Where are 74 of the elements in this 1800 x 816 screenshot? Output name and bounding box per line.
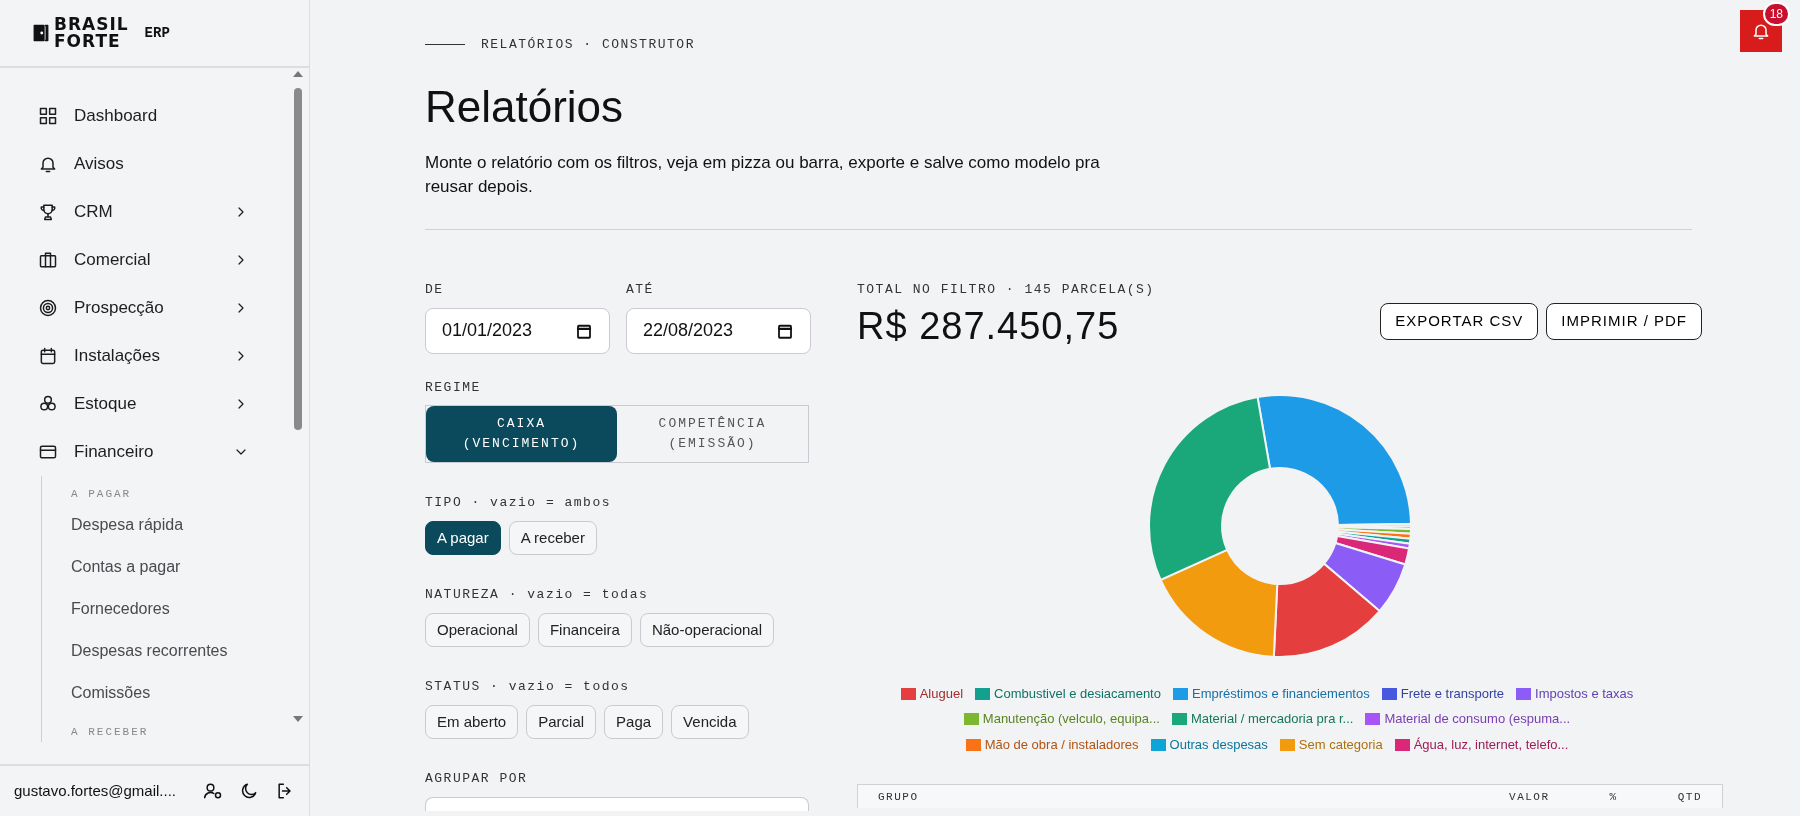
submenu-item[interactable]: Despesas recorrentes [71, 639, 228, 663]
filter-chip[interactable]: Paga [604, 704, 664, 740]
column-header: VALOR [1509, 790, 1550, 806]
column-header: % [1609, 790, 1618, 806]
trophy-icon [38, 202, 58, 222]
field-label: TIPO · vazio = ambos [425, 494, 613, 513]
legend-item: Impostos e taxas [1516, 683, 1634, 704]
field-label: DE [425, 281, 445, 300]
filter-chip[interactable]: Operacional [425, 612, 530, 648]
legend-item: Material / mercadoria pra r... [1171, 709, 1354, 729]
date-field[interactable]: 01/01/2023 [425, 307, 610, 354]
submenu-item[interactable]: Comissões [71, 681, 151, 705]
logo-text: FORTE [54, 33, 122, 50]
date-field[interactable]: 22/08/2023 [626, 307, 811, 354]
field-label: ATÉ [626, 281, 655, 300]
nav-item[interactable]: Estoque [0, 380, 291, 428]
nav-item[interactable]: Prospecção [0, 284, 291, 332]
breadcrumb: RELATÓRIOS · CONSTRUTOR [481, 36, 695, 54]
nav-item[interactable]: Avisos [0, 140, 291, 188]
legend-item: Aluguel [900, 683, 964, 704]
filter-chip[interactable]: Não-operacional [639, 612, 774, 648]
nav-item[interactable]: Instalações [0, 332, 291, 380]
total-label: TOTAL NO FILTRO · 145 PARCELA(S) [857, 281, 1155, 300]
briefcase-icon [38, 250, 58, 270]
legend-item: Empréstimos e financiementos [1172, 683, 1370, 704]
legend-item: Combustivel e desiacamento [975, 683, 1161, 704]
calendar-icon [38, 346, 58, 366]
boxes-icon [38, 394, 58, 414]
total-value: R$ 287.450,75 [857, 303, 1121, 348]
legend-item: Mão de obra / instaladores [965, 734, 1139, 755]
select-field[interactable] [425, 796, 809, 811]
legend-item: Sem categoria [1279, 734, 1383, 755]
grid-icon [38, 106, 58, 126]
page-description: Monte o relatório com os filtros, veja em pizza ou barra, exporte e salve como modelo pra reusar depois. [425, 152, 1101, 199]
column-header: GRUPO [878, 790, 920, 806]
user-email: gustavo.fortes@gmail.... [14, 780, 177, 801]
segment-option[interactable]: CAIXA (VENCIMENTO) [426, 406, 617, 463]
target-icon [38, 298, 58, 318]
export-button[interactable]: EXPORTAR CSV [1380, 303, 1539, 340]
segment-option[interactable]: COMPETÊNCIA (EMISSÃO) [617, 406, 808, 463]
nav-item[interactable]: Comercial [0, 236, 291, 284]
logo-suffix: ERP [144, 23, 170, 43]
column-header: QTD [1677, 790, 1702, 806]
filter-chip[interactable]: Em aberto [425, 704, 519, 740]
section-heading: A PAGAR [71, 487, 133, 502]
legend-item: Manutenção (velculo, equipa... [963, 709, 1160, 729]
logo-text: BRASIL [54, 16, 129, 33]
page-title: Relatórios [425, 80, 625, 133]
nav-item[interactable]: Dashboard [0, 92, 291, 140]
legend-item: Material de consumo (espuma... [1365, 709, 1571, 729]
nav-item[interactable]: Financeiro [0, 428, 291, 476]
field-label: NATUREZA · vazio = todas [425, 586, 650, 605]
notification-count: 18 [1762, 2, 1790, 26]
submenu-item[interactable]: Fornecedores [71, 597, 170, 621]
legend-item: Frete e transporte [1381, 683, 1505, 704]
field-label: AGRUPAR POR [425, 770, 529, 789]
submenu-item[interactable]: Contas a pagar [71, 555, 181, 579]
notification-button[interactable]: 18 [1740, 2, 1790, 52]
filter-chip[interactable]: Parcial [526, 704, 597, 740]
card-icon [38, 442, 58, 462]
filter-chip[interactable]: A pagar [425, 520, 501, 556]
moon-icon[interactable] [239, 781, 259, 801]
user-settings-icon[interactable] [203, 781, 223, 801]
export-button[interactable]: IMPRIMIR / PDF [1546, 303, 1702, 340]
submenu-item[interactable]: Despesa rápida [71, 513, 184, 537]
legend-item: Outras despesas [1150, 734, 1268, 755]
filter-chip[interactable]: Vencida [671, 704, 749, 740]
filter-chip[interactable]: Financeira [537, 612, 632, 648]
field-label: REGIME [425, 378, 482, 397]
legend-item: Água, luz, internet, telefo... [1394, 734, 1569, 755]
section-heading: A RECEBER [71, 725, 150, 740]
nav-item[interactable]: CRM [0, 188, 291, 236]
field-label: STATUS · vazio = todos [425, 678, 631, 697]
filter-chip[interactable]: A receber [508, 520, 597, 556]
